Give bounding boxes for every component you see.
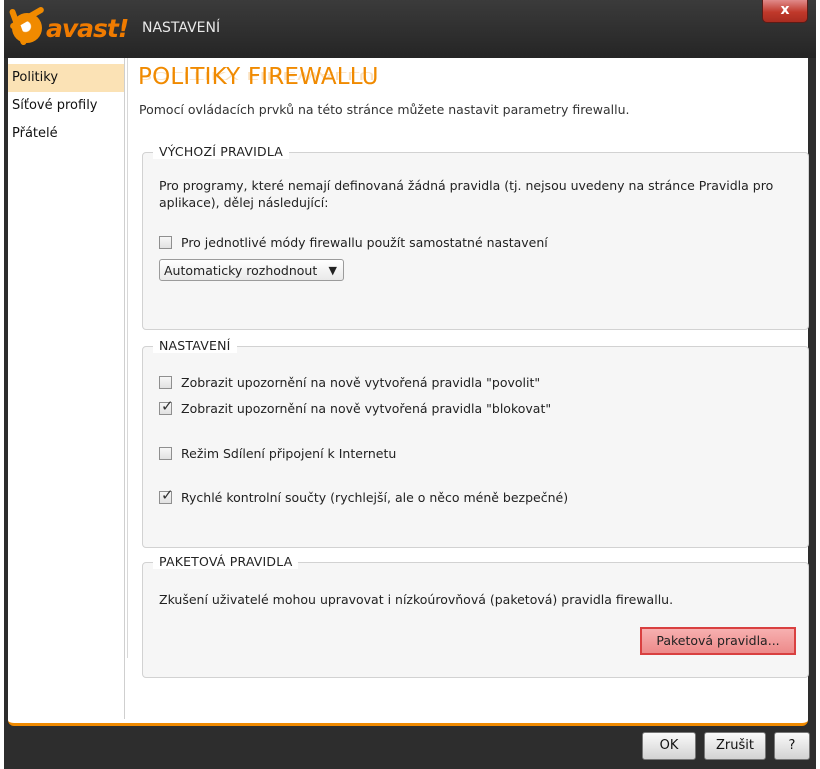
- page-title: POLITIKY FIREWALLU: [138, 64, 379, 90]
- sidebar-item-pratele[interactable]: Přátelé: [8, 120, 124, 148]
- title-bar: avast! NASTAVENÍ x: [4, 0, 816, 58]
- fast-checksums-label: Rychlé kontrolní součty (rychlejší, ale …: [181, 490, 569, 505]
- checkmark-icon: ✓: [161, 397, 174, 415]
- sidebar: Politiky Síťové profily Přátelé: [8, 58, 128, 719]
- default-rules-description-line2: aplikace), dělej následující:: [159, 195, 329, 210]
- notify-allow-checkbox[interactable]: [159, 376, 172, 389]
- fast-checksums-checkbox[interactable]: ✓: [159, 486, 174, 504]
- ics-mode-checkbox[interactable]: [159, 447, 172, 460]
- page-subtitle: Pomocí ovládacích prvků na této stránce …: [139, 102, 630, 117]
- help-button[interactable]: ?: [774, 732, 810, 760]
- default-rules-group: VÝCHOZÍ PRAVIDLA Pro programy, které nem…: [142, 144, 809, 330]
- notify-block-option[interactable]: ✓ Zobrazit upozornění na nově vytvořená …: [159, 397, 552, 416]
- packet-rules-button[interactable]: Paketová pravidla...: [640, 627, 796, 655]
- main-panel: POLITIKY FIREWALLU POLITIKY FIREWALLU Po…: [136, 58, 809, 719]
- separate-settings-checkbox[interactable]: [159, 236, 172, 249]
- ics-mode-option[interactable]: Režim Sdílení připojení k Internetu: [159, 446, 396, 461]
- content-area: Politiky Síťové profily Přátelé POLITIKY…: [8, 58, 809, 726]
- fast-checksums-option[interactable]: ✓ Rychlé kontrolní součty (rychlejší, al…: [159, 486, 569, 505]
- packet-rules-description: Zkušení uživatelé mohou upravovat i nízk…: [159, 592, 674, 607]
- ics-mode-label: Režim Sdílení připojení k Internetu: [181, 446, 397, 461]
- settings-group: NASTAVENÍ Zobrazit upozornění na nově vy…: [142, 338, 809, 548]
- checkmark-icon: ✓: [161, 486, 174, 504]
- logo-text: avast!: [46, 13, 129, 43]
- ok-button[interactable]: OK: [642, 732, 696, 760]
- settings-window: avast! NASTAVENÍ x Politiky Síťové profi…: [4, 0, 816, 769]
- cancel-button[interactable]: Zrušit: [704, 732, 766, 760]
- separate-settings-option[interactable]: Pro jednotlivé módy firewallu použít sam…: [159, 235, 548, 250]
- packet-rules-legend: PAKETOVÁ PRAVIDLA: [153, 554, 299, 569]
- dropdown-arrow-icon: ▼: [328, 264, 337, 277]
- avast-logo: avast!: [12, 8, 129, 48]
- notify-block-checkbox[interactable]: ✓: [159, 397, 174, 415]
- window-title: NASTAVENÍ: [142, 20, 221, 36]
- separate-settings-label: Pro jednotlivé módy firewallu použít sam…: [181, 235, 548, 250]
- sidebar-item-politiky[interactable]: Politiky: [8, 64, 124, 92]
- notify-allow-option[interactable]: Zobrazit upozornění na nově vytvořená pr…: [159, 375, 540, 390]
- default-action-value: Automaticky rozhodnout: [164, 263, 318, 278]
- sidebar-item-sitove-profily[interactable]: Síťové profily: [8, 92, 124, 120]
- notify-block-label: Zobrazit upozornění na nově vytvořená pr…: [181, 401, 552, 416]
- default-rules-legend: VÝCHOZÍ PRAVIDLA: [153, 144, 290, 159]
- default-action-select[interactable]: Automaticky rozhodnout ▼: [159, 259, 344, 281]
- avast-logo-icon: [12, 13, 42, 43]
- notify-allow-label: Zobrazit upozornění na nově vytvořená pr…: [181, 375, 541, 390]
- default-rules-description-line1: Pro programy, které nemají definovaná žá…: [159, 178, 774, 193]
- settings-legend: NASTAVENÍ: [153, 338, 237, 353]
- packet-rules-group: PAKETOVÁ PRAVIDLA Zkušení uživatelé moho…: [142, 554, 809, 678]
- close-button[interactable]: x: [762, 0, 808, 23]
